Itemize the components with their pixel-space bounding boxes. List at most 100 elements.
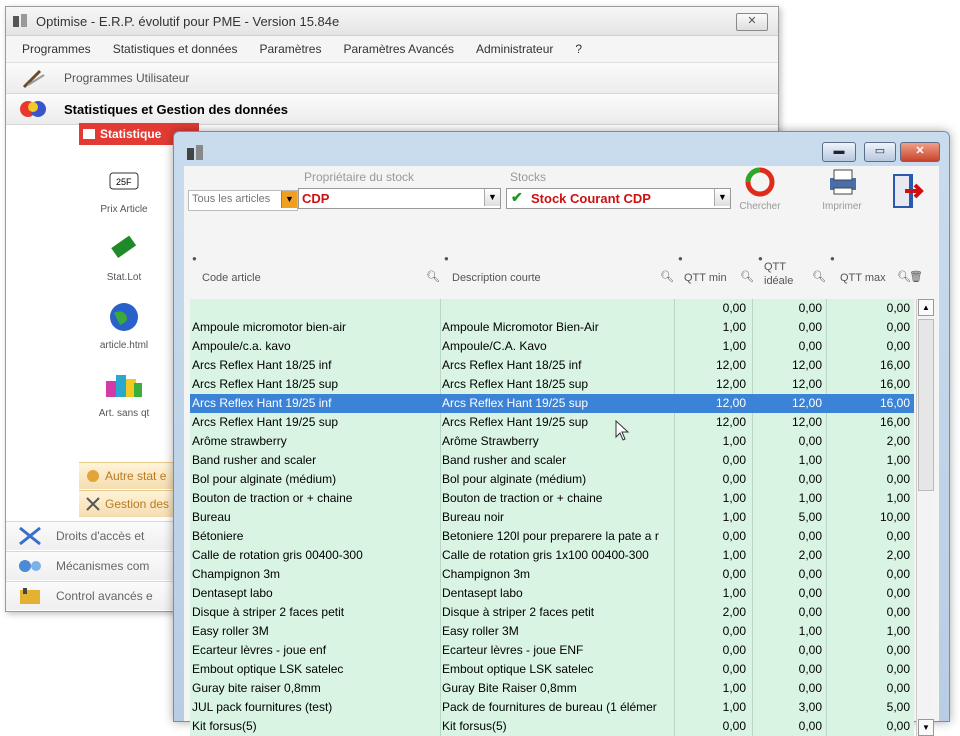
cell-qmax: 0,00 xyxy=(886,320,910,334)
main-window-title: Optimise - E.R.P. évolutif pour PME - Ve… xyxy=(36,13,340,29)
table-row[interactable]: Easy roller 3M Easy roller 3M 0,00 1,00 1,00 xyxy=(190,622,914,641)
table-row[interactable]: Calle de rotation gris 00400-300 Calle de… xyxy=(190,546,914,565)
owner-dropdown-icon[interactable]: ▼ xyxy=(484,189,500,206)
cell-desc: Ecarteur lèvres - joue ENF xyxy=(442,643,584,657)
owner-combo[interactable]: CDP ▼ xyxy=(298,188,501,209)
header-qmax[interactable]: ● QTT max 🔍︎ 🗑︎ xyxy=(828,254,923,296)
table-row[interactable]: Ampoule micromotor bien-air Ampoule Micro… xyxy=(190,318,914,337)
stock-dropdown-icon[interactable]: ▼ xyxy=(714,189,730,206)
table-row[interactable]: Disque à striper 2 faces petit Disque à s… xyxy=(190,603,914,622)
minimize-button[interactable]: ▬ xyxy=(822,142,856,162)
trash-icon[interactable]: 🗑︎ xyxy=(909,270,923,283)
cell-qideal: 12,00 xyxy=(791,358,822,372)
grid-header: ● Code article 🔍︎ ● Description courte 🔍… xyxy=(190,254,923,296)
cell-qideal: 0,00 xyxy=(798,662,822,676)
header-desc[interactable]: ● Description courte 🔍︎ xyxy=(442,254,674,296)
launcher-prix-article[interactable]: 25F Prix Article xyxy=(79,165,169,215)
table-row[interactable]: Arcs Reflex Hant 19/25 inf Arcs Reflex Ha… xyxy=(190,394,914,413)
sort-dot-icon: ● xyxy=(192,254,197,263)
stock-window-titlebar: ▬ ▭ ✕ xyxy=(174,132,949,164)
header-qmin[interactable]: ● QTT min 🔍︎ xyxy=(676,254,754,296)
cell-code: Band rusher and scaler xyxy=(192,453,317,467)
mouse-cursor-icon xyxy=(615,420,630,441)
menu-statistiques[interactable]: Statistiques et données xyxy=(113,42,238,56)
search-icon[interactable]: 🔍︎ xyxy=(426,270,440,283)
filter-combo[interactable]: Tous les articles ▼ xyxy=(188,190,298,211)
table-row[interactable]: Arcs Reflex Hant 18/25 inf Arcs Reflex Ha… xyxy=(190,356,914,375)
close-button[interactable]: ✕ xyxy=(900,142,940,162)
main-close-button[interactable]: ✕ xyxy=(736,13,768,31)
section-user-label: Programmes Utilisateur xyxy=(64,71,190,85)
globe-icon xyxy=(110,303,138,331)
cell-qmax: 0,00 xyxy=(886,567,910,581)
header-code[interactable]: ● Code article 🔍︎ xyxy=(190,254,440,296)
sort-dot-icon: ● xyxy=(758,254,763,263)
menu-parametres[interactable]: Paramètres xyxy=(259,42,321,56)
cell-desc xyxy=(442,299,670,318)
cell-qideal: 12,00 xyxy=(791,415,822,429)
menu-parametres-avances[interactable]: Paramètres Avancés xyxy=(343,42,454,56)
table-row[interactable]: Band rusher and scaler Band rusher and sc… xyxy=(190,451,914,470)
table-row[interactable]: Bétoniere Betoniere 120l pour preparere l… xyxy=(190,527,914,546)
cell-qmin: 1,00 xyxy=(722,339,746,353)
table-row[interactable]: Arcs Reflex Hant 18/25 sup Arcs Reflex Ha… xyxy=(190,375,914,394)
cell-qmax: 2,00 xyxy=(886,548,910,562)
wrench-pencil-icon xyxy=(22,69,45,89)
cell-desc: Bouton de traction or + chaine xyxy=(442,491,603,505)
table-row[interactable]: Guray bite raiser 0,8mm Guray Bite Raiser… xyxy=(190,679,914,698)
cell-desc: Ampoule Micromotor Bien-Air xyxy=(442,320,599,334)
scroll-thumb[interactable] xyxy=(918,319,934,491)
exit-door-icon[interactable] xyxy=(889,172,925,210)
maximize-button[interactable]: ▭ xyxy=(864,142,896,162)
table-row[interactable]: Arôme strawberry Arôme Strawberry 1,00 0,00… xyxy=(190,432,914,451)
table-row[interactable]: JUL pack fournitures (test) Pack de fourn… xyxy=(190,698,914,717)
table-row[interactable]: Embout optique LSK satelec Embout optique… xyxy=(190,660,914,679)
menu-administrateur[interactable]: Administrateur xyxy=(476,42,553,56)
cell-qmin: 0,00 xyxy=(722,301,746,315)
filter-dropdown-icon[interactable]: ▼ xyxy=(281,191,297,208)
table-row[interactable]: Ampoule/c.a. kavo Ampoule/C.A. Kavo 1,00 0,… xyxy=(190,337,914,356)
search-icon[interactable]: 🔍︎ xyxy=(740,270,754,283)
launcher-stat-lot[interactable]: Stat.Lot xyxy=(79,233,169,283)
cell-qmin: 1,00 xyxy=(722,700,746,714)
header-qmax-label: QTT max xyxy=(840,272,886,284)
table-row[interactable]: 0,00 0,00 0,00 xyxy=(190,299,914,318)
boxes-icon xyxy=(106,375,142,397)
cell-qmin: 0,00 xyxy=(722,472,746,486)
table-row[interactable]: Arcs Reflex Hant 19/25 sup Arcs Reflex Ha… xyxy=(190,413,914,432)
cell-qmin: 1,00 xyxy=(722,491,746,505)
launcher-article-html[interactable]: article.html xyxy=(79,301,169,351)
print-button-label: Imprimer xyxy=(822,201,862,212)
launcher-art-sans-qt[interactable]: Art. sans qt xyxy=(79,369,169,419)
grid-scrollbar[interactable]: ▲ ▼ xyxy=(916,299,934,736)
cell-qmax: 0,00 xyxy=(886,643,910,657)
stock-combo[interactable]: ✔ Stock Courant CDP ▼ xyxy=(506,188,731,209)
cell-desc: Bol pour alginate (médium) xyxy=(442,472,587,486)
search-button[interactable]: Chercher xyxy=(732,166,788,212)
table-row[interactable]: Bouton de traction or + chaine Bouton de … xyxy=(190,489,914,508)
print-button[interactable]: Imprimer xyxy=(814,166,870,212)
header-qideal[interactable]: ● QTT idéale 🔍︎ xyxy=(756,254,826,296)
droits-acces-label: Droits d'accès et xyxy=(56,529,145,543)
search-icon[interactable]: 🔍︎ xyxy=(812,270,826,283)
section-stats-label: Statistiques et Gestion des données xyxy=(64,101,288,117)
cell-code: Bétoniere xyxy=(192,529,244,543)
app-logo-icon xyxy=(187,145,203,160)
table-row[interactable]: Champignon 3m Champignon 3m 0,00 0,00 0,00 xyxy=(190,565,914,584)
menu-programmes[interactable]: Programmes xyxy=(22,42,91,56)
table-row[interactable]: Dentasept labo Dentasept labo 1,00 0,00 0,00 xyxy=(190,584,914,603)
table-row[interactable]: Ecarteur lèvres - joue enf Ecarteur lèvre… xyxy=(190,641,914,660)
launcher-art-sans-qt-label: Art. sans qt xyxy=(98,408,150,419)
cell-code: Disque à striper 2 faces petit xyxy=(192,605,345,619)
menu-help[interactable]: ? xyxy=(575,42,582,56)
cell-desc: Calle de rotation gris 1x100 00400-300 xyxy=(442,548,649,562)
search-icon[interactable]: 🔍︎ xyxy=(660,270,674,283)
scroll-up-icon[interactable]: ▲ xyxy=(918,299,934,316)
cell-qmax: 0,00 xyxy=(886,301,910,315)
section-statistiques[interactable]: Statistiques et Gestion des données xyxy=(6,94,778,125)
table-row[interactable]: Bureau Bureau noir 1,00 5,00 10,00 xyxy=(190,508,914,527)
section-programmes-utilisateur[interactable]: Programmes Utilisateur xyxy=(6,63,778,94)
scroll-down-icon[interactable]: ▼ xyxy=(918,719,934,736)
cell-qmin: 1,00 xyxy=(722,320,746,334)
table-row[interactable]: Bol pour alginate (médium) Bol pour algin… xyxy=(190,470,914,489)
